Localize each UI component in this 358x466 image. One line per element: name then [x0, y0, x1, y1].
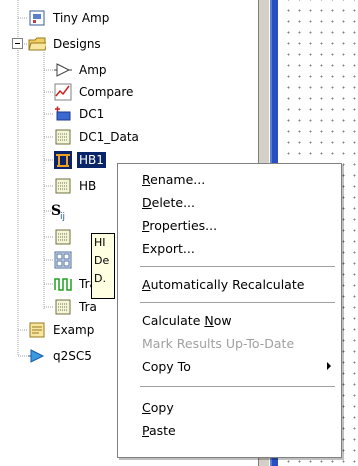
tree-item-label: Designs — [53, 37, 101, 51]
tree-item-matrix[interactable] — [54, 249, 77, 271]
tree-item-label: HB1 — [77, 152, 106, 168]
menu-item-label: Delete... — [142, 195, 196, 210]
tree-item-label: Examp — [53, 323, 95, 337]
tree-item-designs[interactable]: Designs — [28, 33, 103, 55]
tree-item-label: Tiny Amp — [53, 11, 110, 25]
data-table-icon — [54, 298, 72, 316]
menu-item-label: Copy — [142, 400, 174, 415]
tree-item-q2sc5[interactable]: q2SC5 — [28, 345, 94, 367]
menu-item-label: Export... — [142, 241, 195, 256]
tooltip-line: De — [94, 254, 110, 267]
menu-item-label: Mark Results Up-To-Date — [142, 336, 295, 351]
menu-item-label: Copy To — [142, 359, 191, 374]
tree-item-label: Tra — [79, 300, 97, 314]
data-table-icon — [54, 128, 72, 146]
harmonic-balance-icon — [54, 151, 72, 169]
schematic-icon — [28, 9, 46, 27]
matrix-icon — [54, 251, 72, 269]
tree-item-data[interactable] — [54, 226, 77, 248]
tree-item-amp[interactable]: Amp — [54, 59, 109, 81]
tree-item-tiny-amp[interactable]: Tiny Amp — [28, 7, 111, 29]
amplifier-blue-icon — [28, 347, 46, 365]
menu-item-calculate-now[interactable]: Calculate Now — [118, 309, 341, 332]
data-table-icon — [54, 177, 72, 195]
menu-item-automatically-recalculate[interactable]: Automatically Recalculate — [118, 273, 341, 296]
menu-item-copy-to[interactable]: Copy To — [118, 355, 341, 378]
menu-item-label: Rename... — [142, 172, 206, 187]
tooltip: HI De D. — [91, 233, 115, 299]
menu-item-rename[interactable]: Rename... — [118, 168, 341, 191]
menu-item-label: Automatically Recalculate — [142, 277, 305, 292]
menu-separator — [140, 386, 335, 387]
tree-item-hb-data[interactable]: HB — [54, 175, 98, 197]
menu-separator — [140, 266, 335, 267]
tree-item-compare[interactable]: Compare — [54, 81, 135, 103]
submenu-arrow-icon — [327, 362, 331, 370]
tree-item-dc1-data[interactable]: DC1_Data — [54, 126, 141, 148]
folder-open-icon — [28, 35, 46, 53]
menu-separator — [140, 302, 335, 303]
tree-item-label: DC1 — [79, 107, 105, 121]
tree-item-label: q2SC5 — [53, 349, 92, 363]
tree-item-transient-data[interactable]: Tra — [54, 296, 99, 318]
collapse-toggle-icon[interactable] — [12, 38, 24, 50]
tree-item-examples[interactable]: Examp — [28, 319, 96, 341]
menu-item-properties[interactable]: Properties... — [118, 214, 341, 237]
amplifier-icon — [54, 61, 72, 79]
menu-item-copy[interactable]: Copy — [118, 396, 341, 419]
context-menu: Rename... Delete... Properties... Export… — [117, 163, 342, 458]
data-table-icon — [54, 228, 72, 246]
tree-item-dc1[interactable]: DC1 — [54, 103, 106, 125]
graph-icon — [54, 83, 72, 101]
transient-icon — [54, 275, 72, 293]
tree-item-label: HB — [79, 179, 97, 193]
tree-item-label: Amp — [79, 63, 107, 77]
menu-item-label: Properties... — [142, 218, 218, 233]
svg-text:ij: ij — [60, 212, 65, 221]
menu-item-delete[interactable]: Delete... — [118, 191, 341, 214]
dc-simulation-icon — [54, 105, 72, 123]
menu-item-label: Calculate Now — [142, 313, 232, 328]
menu-item-label: Paste — [142, 423, 176, 438]
s-parameter-icon: Sij — [50, 202, 68, 221]
tooltip-line: HI — [94, 236, 106, 249]
menu-item-mark-results-up-to-date: Mark Results Up-To-Date — [118, 332, 341, 355]
menu-item-export[interactable]: Export... — [118, 237, 341, 260]
tooltip-line: D. — [94, 272, 106, 285]
example-icon — [28, 321, 46, 339]
tree-item-hb1[interactable]: HB1 — [54, 149, 106, 171]
tree-item-label: DC1_Data — [79, 130, 139, 144]
tree-item-label: Compare — [79, 85, 134, 99]
menu-item-paste[interactable]: Paste — [118, 419, 341, 442]
tree-item-s-parameter[interactable]: Sij — [50, 200, 73, 222]
